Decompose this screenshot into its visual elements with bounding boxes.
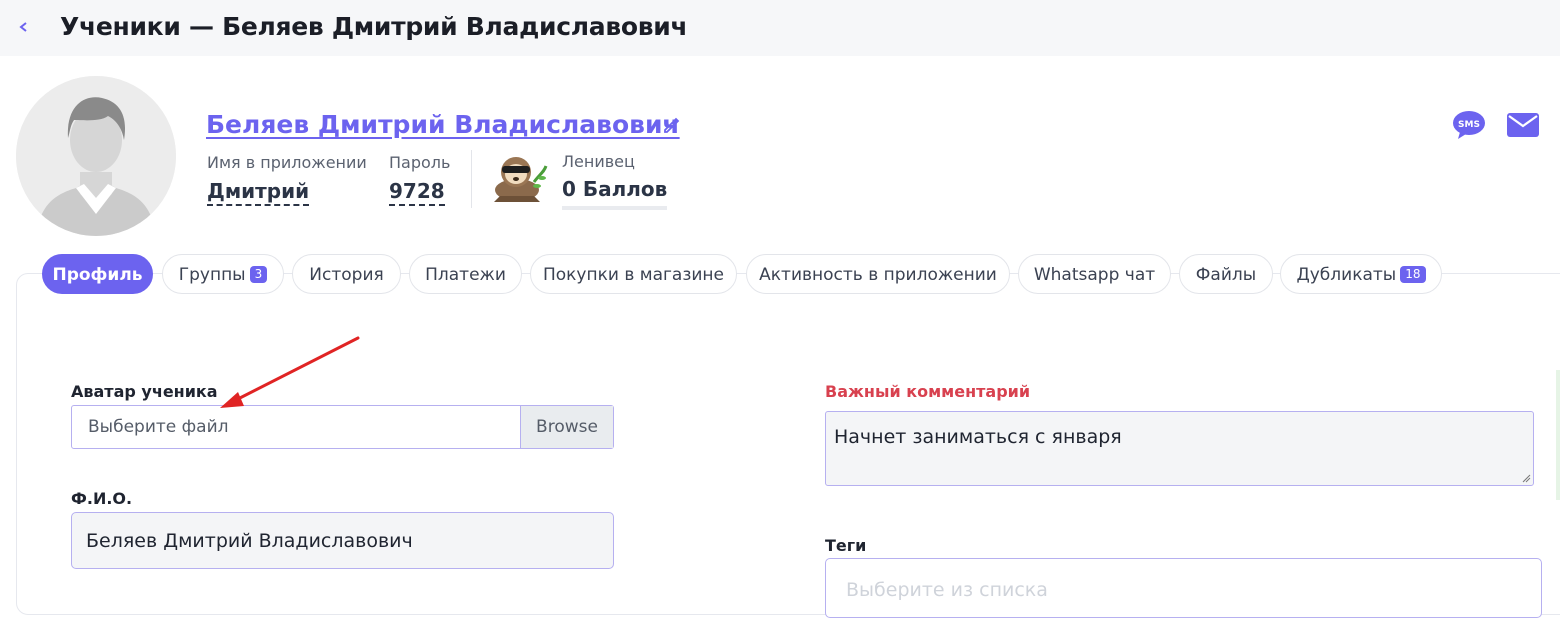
tab-groups[interactable]: Группы 3: [162, 254, 284, 294]
student-name-link[interactable]: Беляев Дмитрий Владиславович: [206, 108, 680, 142]
edge-strip: [1556, 370, 1560, 500]
user-silhouette-icon: [16, 76, 176, 236]
count-badge: 3: [249, 266, 268, 283]
browse-button[interactable]: Browse: [520, 406, 613, 448]
tab-whatsapp-chat[interactable]: Whatsapp чат: [1018, 254, 1171, 294]
pencil-icon[interactable]: [661, 115, 681, 135]
count-badge: 18: [1400, 266, 1426, 283]
tab-payments[interactable]: Платежи: [409, 254, 522, 294]
tags-field-label: Теги: [825, 536, 867, 555]
level-label: Ленивец: [562, 152, 635, 171]
chevron-left-icon[interactable]: [16, 16, 32, 38]
tab-label: Whatsapp чат: [1033, 265, 1156, 285]
avatar-field-label: Аватар ученика: [71, 382, 218, 401]
tab-label: Группы: [178, 265, 246, 285]
tab-label: Файлы: [1195, 265, 1257, 285]
avatar: [16, 76, 176, 236]
tab-files[interactable]: Файлы: [1179, 254, 1273, 294]
tab-profile[interactable]: Профиль: [42, 254, 153, 294]
comment-text: Начнет заниматься с января: [834, 426, 1122, 448]
tab-duplicates[interactable]: Дубликаты 18: [1280, 254, 1442, 294]
important-comment-label: Важный комментарий: [825, 382, 1031, 401]
tab-app-activity[interactable]: Активность в приложении: [746, 254, 1010, 294]
tab-label: История: [309, 265, 384, 285]
top-bar: Ученики — Беляев Дмитрий Владиславович: [0, 0, 1560, 56]
page-title: Ученики — Беляев Дмитрий Владиславович: [60, 12, 688, 41]
tab-label: Активность в приложении: [759, 265, 997, 285]
password-value[interactable]: 9728: [389, 178, 445, 206]
sloth-icon: [490, 152, 548, 204]
tab-shop-purchases[interactable]: Покупки в магазине: [530, 254, 737, 294]
points-value: 0 Баллов: [562, 176, 668, 210]
fio-input[interactable]: Беляев Дмитрий Владиславович: [71, 512, 614, 569]
tags-select[interactable]: Выберите из списка: [825, 558, 1542, 618]
app-name-label: Имя в приложении: [207, 153, 367, 172]
resize-grip-icon[interactable]: [1521, 473, 1531, 483]
tab-history[interactable]: История: [292, 254, 401, 294]
sms-bubble-icon[interactable]: SMS: [1452, 110, 1486, 140]
avatar-file-input[interactable]: Выберите файл Browse: [71, 405, 614, 449]
tags-placeholder: Выберите из списка: [846, 579, 1048, 601]
fio-field-label: Ф.И.О.: [71, 489, 133, 508]
password-label: Пароль: [389, 153, 451, 172]
tab-label: Профиль: [52, 265, 143, 285]
stats-divider: [471, 150, 472, 208]
tab-label: Платежи: [425, 265, 506, 285]
important-comment-textarea[interactable]: Начнет заниматься с января: [825, 411, 1534, 486]
tab-label: Покупки в магазине: [542, 265, 725, 285]
tab-label: Дубликаты: [1296, 265, 1397, 285]
envelope-icon[interactable]: [1507, 113, 1539, 137]
app-name-value[interactable]: Дмитрий: [207, 178, 310, 206]
file-placeholder: Выберите файл: [88, 417, 229, 437]
sms-label: SMS: [1458, 120, 1480, 130]
